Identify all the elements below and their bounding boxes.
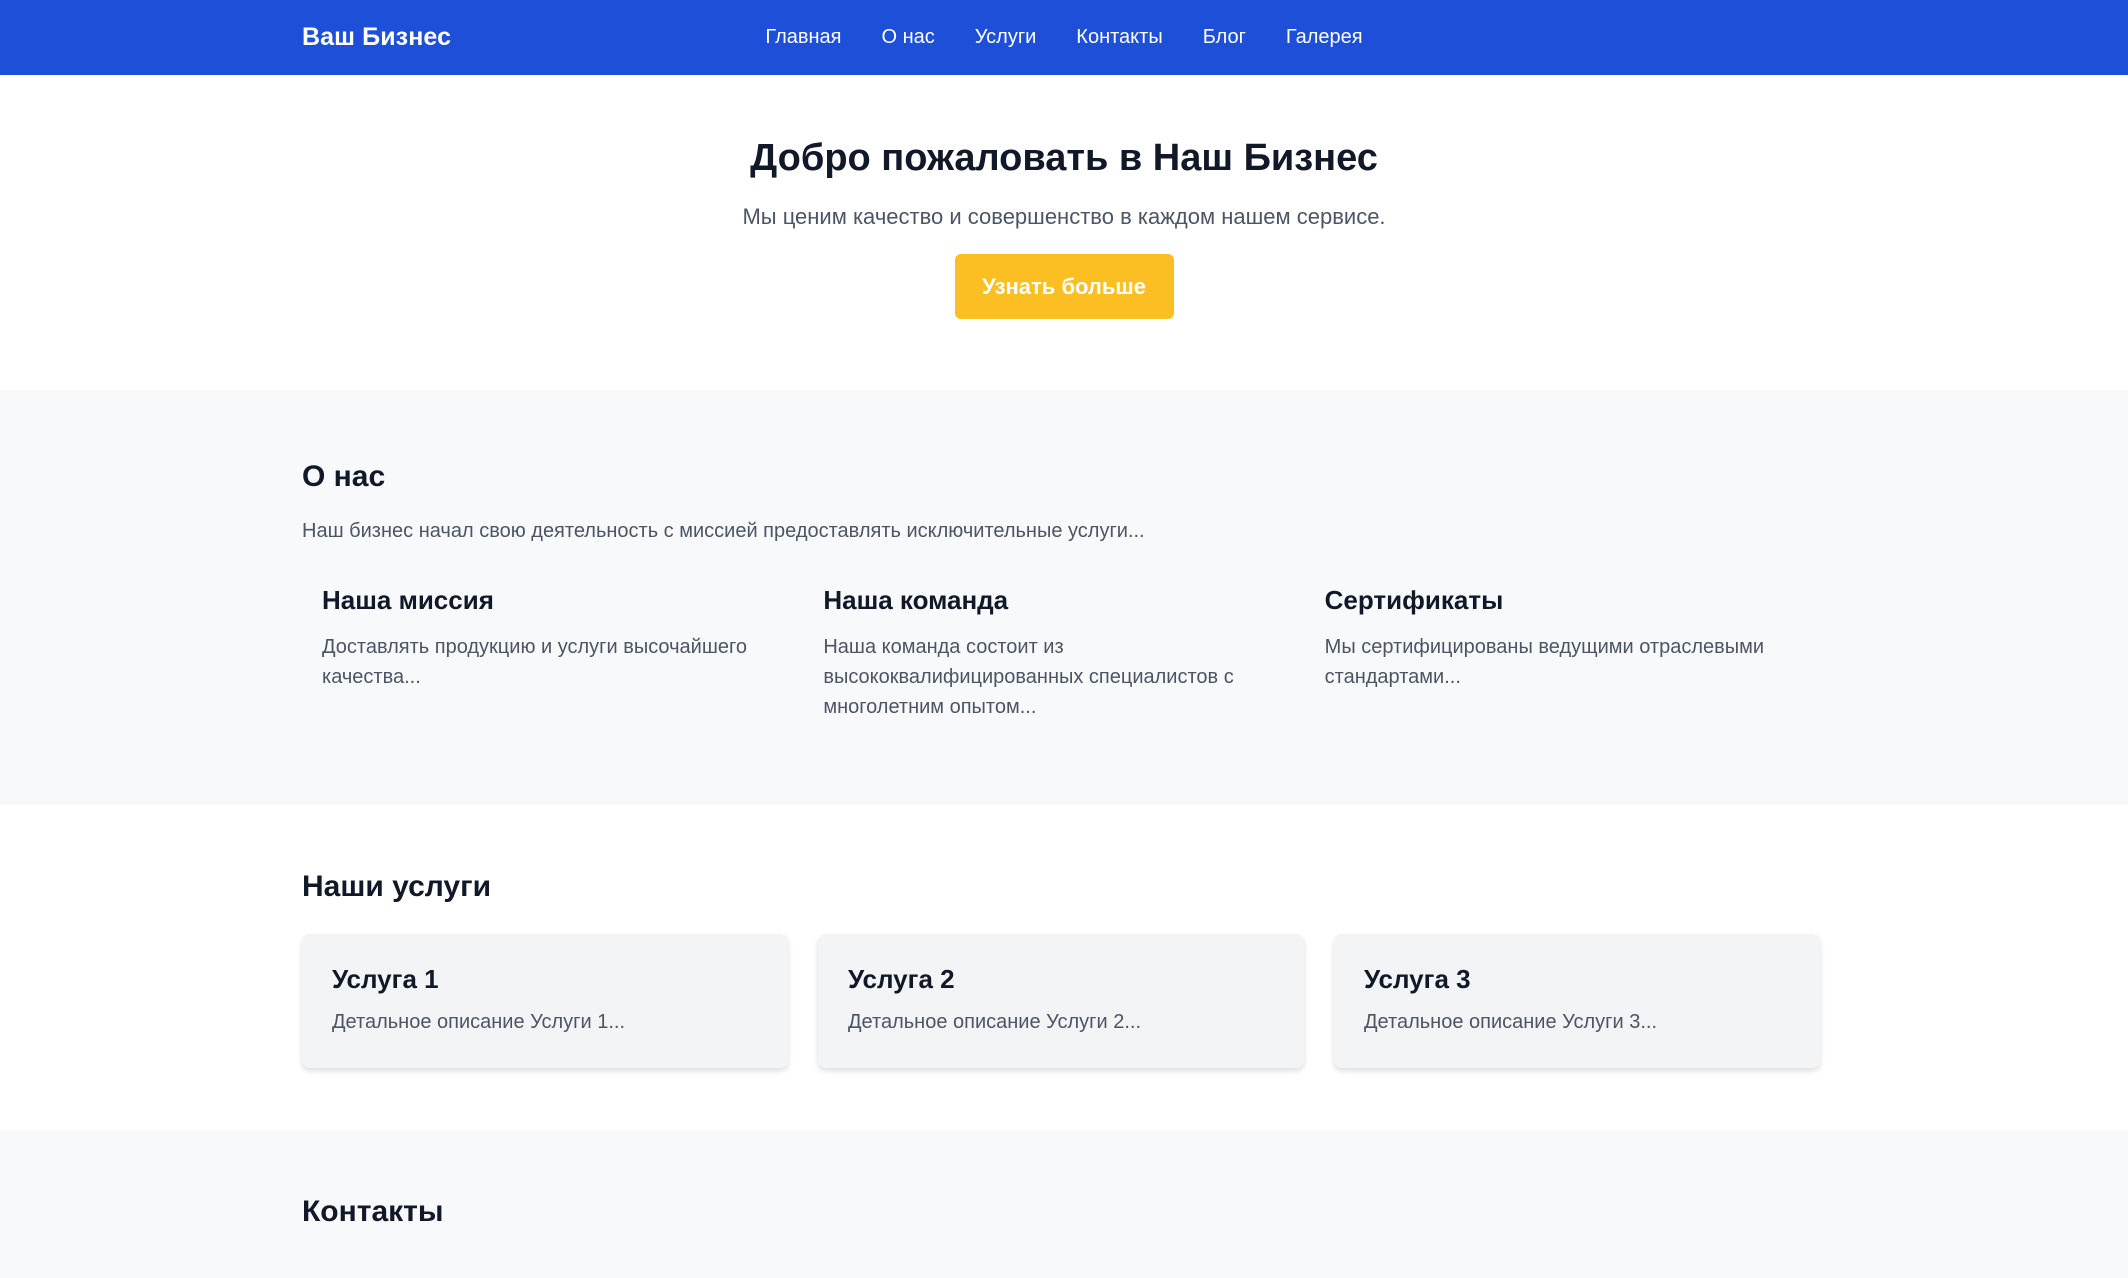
- about-team: Наша команда Наша команда состоит из выс…: [823, 585, 1324, 722]
- service-card-text: Детальное описание Услуги 1...: [332, 1011, 625, 1033]
- services-section: Наши услуги Услуга 1 Детальное описание …: [0, 805, 2128, 1130]
- contacts-title: Контакты: [302, 1195, 444, 1228]
- site-logo[interactable]: Ваш Бизнес: [302, 23, 451, 52]
- about-mission-text: Доставлять продукцию и услуги высочайшег…: [322, 636, 747, 688]
- hero-subtitle: Мы ценим качество и совершенство в каждо…: [742, 204, 1386, 229]
- service-card-title: Услуга 2: [848, 964, 955, 994]
- about-section: О нас Наш бизнес начал свою деятельность…: [0, 390, 2128, 805]
- nav-item-home[interactable]: Главная: [765, 26, 841, 49]
- nav-item-services[interactable]: Услуги: [975, 26, 1037, 49]
- main-nav: Главная О нас Услуги Контакты Блог Галер…: [765, 26, 1362, 49]
- service-card-text: Детальное описание Услуги 3...: [1364, 1011, 1657, 1033]
- site-header: Ваш Бизнес Главная О нас Услуги Контакты…: [0, 0, 2128, 75]
- service-card-3: Услуга 3 Детальное описание Услуги 3...: [1334, 934, 1820, 1068]
- about-title: О нас: [302, 460, 386, 493]
- nav-item-blog[interactable]: Блог: [1203, 26, 1246, 49]
- hero-section: Добро пожаловать в Наш Бизнес Мы ценим к…: [0, 75, 2128, 390]
- contacts-container: Контакты: [302, 1195, 1826, 1229]
- about-mission: Наша миссия Доставлять продукцию и услуг…: [322, 585, 823, 722]
- services-container: Наши услуги Услуга 1 Детальное описание …: [302, 870, 1826, 1068]
- about-certificates: Сертификаты Мы сертифицированы ведущими …: [1325, 585, 1826, 722]
- about-container: О нас Наш бизнес начал свою деятельность…: [302, 460, 1826, 722]
- service-card-1: Услуга 1 Детальное описание Услуги 1...: [302, 934, 788, 1068]
- about-certificates-title: Сертификаты: [1324, 585, 1504, 615]
- learn-more-button[interactable]: Узнать больше: [954, 254, 1174, 319]
- about-mission-title: Наша миссия: [322, 585, 494, 615]
- service-grid: Услуга 1 Детальное описание Услуги 1... …: [302, 934, 1826, 1068]
- service-card-title: Услуга 3: [1364, 964, 1471, 994]
- nav-item-contacts[interactable]: Контакты: [1076, 26, 1162, 49]
- about-team-text: Наша команда состоит из высококвалифицир…: [823, 636, 1234, 718]
- about-certificates-text: Мы сертифицированы ведущими отраслевыми …: [1324, 636, 1765, 688]
- header-container: Ваш Бизнес Главная О нас Услуги Контакты…: [302, 0, 1826, 75]
- about-team-title: Наша команда: [823, 585, 1009, 615]
- hero-title: Добро пожаловать в Наш Бизнес: [750, 137, 1378, 179]
- about-grid: Наша миссия Доставлять продукцию и услуг…: [302, 585, 1826, 722]
- service-card-text: Детальное описание Услуги 2...: [848, 1011, 1141, 1033]
- nav-item-about[interactable]: О нас: [882, 26, 935, 49]
- contacts-section: Контакты: [0, 1130, 2128, 1278]
- service-card-2: Услуга 2 Детальное описание Услуги 2...: [818, 934, 1304, 1068]
- nav-item-gallery[interactable]: Галерея: [1286, 26, 1363, 49]
- services-title: Наши услуги: [302, 870, 492, 903]
- service-card-title: Услуга 1: [332, 964, 439, 994]
- about-text: Наш бизнес начал свою деятельность с мис…: [302, 520, 1145, 542]
